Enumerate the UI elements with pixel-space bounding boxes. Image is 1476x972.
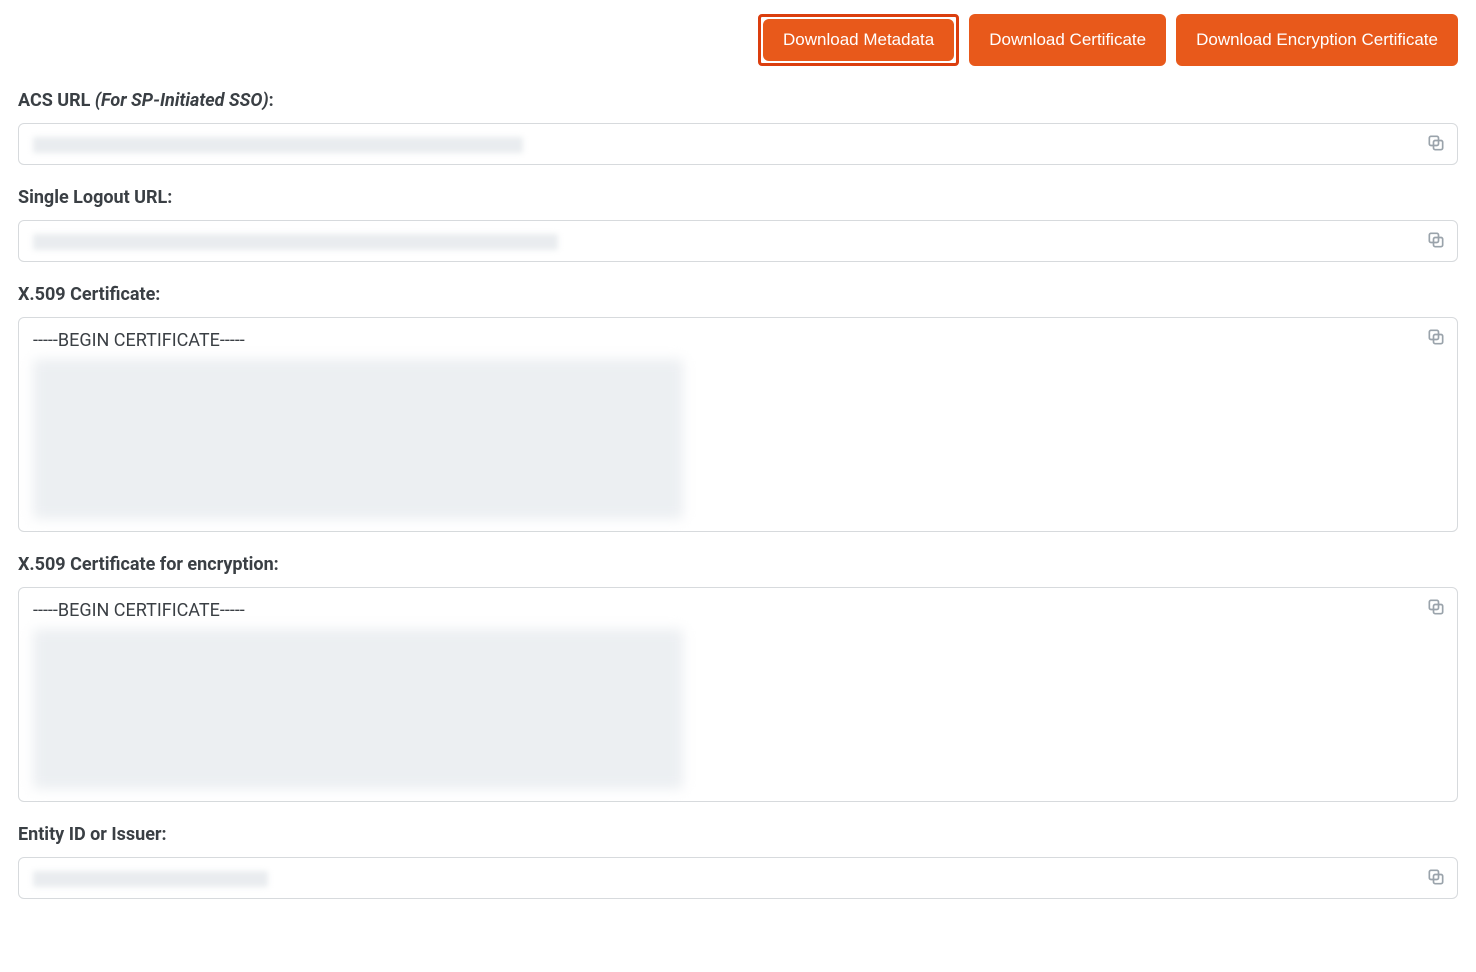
acs-url-label-suffix: : [269,90,274,111]
copy-icon[interactable] [1425,596,1447,618]
entity-id-label: Entity ID or Issuer: [18,824,1458,845]
download-encryption-certificate-button[interactable]: Download Encryption Certificate [1176,14,1458,66]
acs-url-label: ACS URL (For SP-Initiated SSO): [18,90,1458,111]
copy-icon[interactable] [1425,229,1447,251]
download-metadata-button[interactable]: Download Metadata [763,19,954,61]
entity-id-value-box [18,857,1458,899]
single-logout-url-value-box [18,220,1458,262]
x509-certificate-redacted-body [33,359,683,519]
x509-encryption-certificate-value-box: -----BEGIN CERTIFICATE----- [18,587,1458,802]
copy-icon[interactable] [1425,326,1447,348]
x509-certificate-label: X.509 Certificate: [18,284,1458,305]
certificate-begin-line: -----BEGIN CERTIFICATE----- [33,330,1407,351]
x509-encryption-certificate-redacted-body [33,629,683,789]
acs-url-label-italic: (For SP-Initiated SSO) [95,90,269,111]
copy-icon[interactable] [1425,132,1447,154]
download-buttons-row: Download Metadata Download Certificate D… [18,14,1458,66]
acs-url-value-box [18,123,1458,165]
acs-url-label-prefix: ACS URL [18,90,95,111]
x509-certificate-value-box: -----BEGIN CERTIFICATE----- [18,317,1458,532]
download-certificate-button[interactable]: Download Certificate [969,14,1166,66]
single-logout-url-redacted-value [33,234,558,250]
single-logout-url-label: Single Logout URL: [18,187,1458,208]
entity-id-redacted-value [33,871,268,887]
x509-encryption-certificate-label: X.509 Certificate for encryption: [18,554,1458,575]
certificate-begin-line: -----BEGIN CERTIFICATE----- [33,600,1407,621]
copy-icon[interactable] [1425,866,1447,888]
highlight-download-metadata: Download Metadata [758,14,959,66]
acs-url-redacted-value [33,137,523,153]
